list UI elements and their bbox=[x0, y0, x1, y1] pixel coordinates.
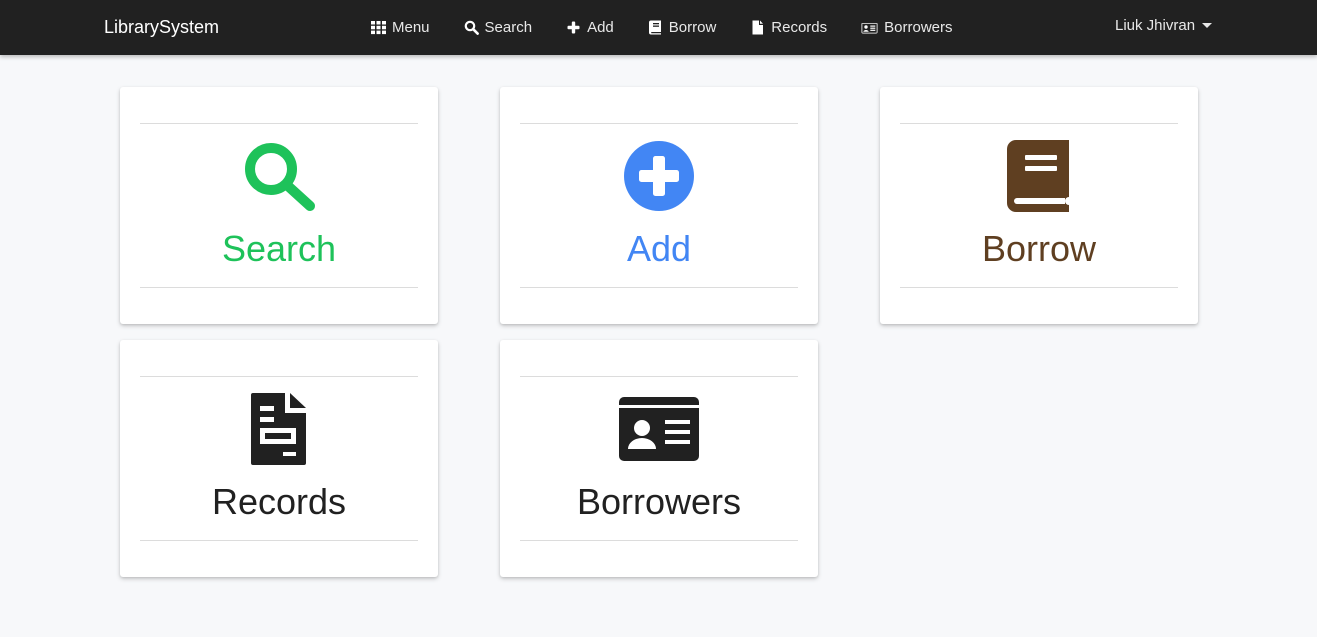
divider bbox=[140, 376, 418, 377]
card-label: Add bbox=[626, 228, 692, 269]
nav-item-label: Menu bbox=[392, 19, 430, 36]
navbar: LibrarySystem Menu Search Add Borrow Rec… bbox=[0, 0, 1317, 55]
nav-item-borrowers[interactable]: Borrowers bbox=[861, 19, 953, 36]
nav-item-add[interactable]: Add bbox=[566, 19, 614, 36]
search-icon bbox=[464, 20, 479, 35]
id-card-icon bbox=[861, 21, 878, 34]
divider bbox=[900, 123, 1178, 124]
brand-link[interactable]: LibrarySystem bbox=[104, 17, 219, 38]
nav-item-label: Add bbox=[587, 19, 614, 36]
card-borrowers[interactable]: Borrowers bbox=[500, 340, 818, 577]
file-icon bbox=[752, 20, 764, 35]
search-icon bbox=[120, 139, 438, 213]
divider bbox=[900, 287, 1178, 288]
divider bbox=[520, 123, 798, 124]
plus-circle-icon bbox=[500, 139, 818, 213]
grid-icon bbox=[371, 21, 386, 35]
card-label: Borrowers bbox=[576, 481, 742, 522]
user-dropdown[interactable]: Liuk Jhivran bbox=[1115, 17, 1213, 34]
book-icon bbox=[880, 139, 1198, 213]
divider bbox=[140, 287, 418, 288]
chevron-down-icon bbox=[1202, 23, 1213, 28]
divider bbox=[520, 376, 798, 377]
nav-item-records[interactable]: Records bbox=[750, 19, 827, 36]
divider bbox=[520, 540, 798, 541]
card-label: Search bbox=[221, 228, 337, 269]
divider bbox=[520, 287, 798, 288]
nav-item-borrow[interactable]: Borrow bbox=[648, 19, 717, 36]
card-label: Borrow bbox=[981, 228, 1097, 269]
card-search[interactable]: Search bbox=[120, 87, 438, 324]
nav-item-menu[interactable]: Menu bbox=[371, 19, 430, 36]
plus-icon bbox=[567, 21, 580, 34]
card-add[interactable]: Add bbox=[500, 87, 818, 324]
nav-items: Menu Search Add Borrow Records Borrowers bbox=[371, 0, 987, 55]
nav-item-label: Search bbox=[484, 19, 533, 36]
divider bbox=[140, 540, 418, 541]
nav-item-label: Borrow bbox=[668, 19, 717, 36]
nav-item-label: Borrowers bbox=[884, 19, 953, 36]
id-card-icon bbox=[500, 392, 818, 466]
book-icon bbox=[648, 20, 661, 35]
divider bbox=[140, 123, 418, 124]
card-label: Records bbox=[211, 481, 347, 522]
card-borrow[interactable]: Borrow bbox=[880, 87, 1198, 324]
nav-item-search[interactable]: Search bbox=[464, 19, 533, 36]
card-records[interactable]: Records bbox=[120, 340, 438, 577]
file-alt-icon bbox=[120, 392, 438, 466]
nav-item-label: Records bbox=[771, 19, 828, 36]
user-name: Liuk Jhivran bbox=[1115, 17, 1196, 34]
